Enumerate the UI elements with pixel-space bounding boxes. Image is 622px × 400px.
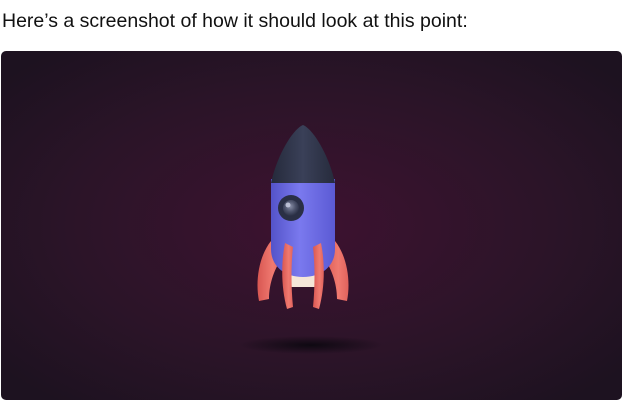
rocket-body (271, 179, 335, 277)
rocket-shadow (239, 336, 383, 354)
rocket-scene (1, 51, 622, 400)
window-glass (283, 200, 299, 216)
instruction-caption: Here’s a screenshot of how it should loo… (2, 10, 468, 32)
window-highlight (285, 202, 291, 208)
screenshot-preview (1, 51, 622, 400)
